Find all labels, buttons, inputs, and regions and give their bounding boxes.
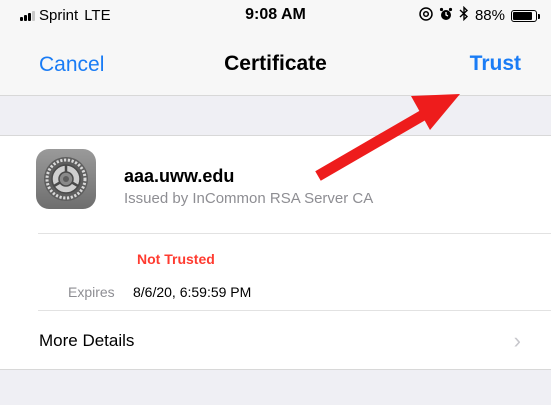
gear-icon [36,149,96,209]
trust-status: Not Trusted [137,251,215,267]
trust-button[interactable]: Trust [470,52,521,76]
more-details-row[interactable]: More Details [39,331,134,351]
battery-icon [511,9,540,22]
at-symbol-icon [419,6,433,25]
status-right: 88% [419,5,540,25]
certificate-card: aaa.uww.edu Issued by InCommon RSA Serve… [0,135,551,370]
expires-value: 8/6/20, 6:59:59 PM [133,284,252,300]
status-bar: Sprint LTE 9:08 AM 88% [0,0,551,30]
chevron-right-icon[interactable]: › [514,328,521,354]
battery-percent: 88% [474,7,505,24]
alarm-icon [439,7,453,25]
divider [38,310,551,311]
expires-label: Expires [68,284,115,300]
navigation-bar: Cancel Certificate Trust [0,30,551,96]
divider [38,233,551,234]
certificate-name: aaa.uww.edu [124,166,235,186]
certificate-issuer: Issued by InCommon RSA Server CA [124,190,374,207]
page-title: Certificate [224,52,327,75]
bluetooth-icon [459,5,469,25]
